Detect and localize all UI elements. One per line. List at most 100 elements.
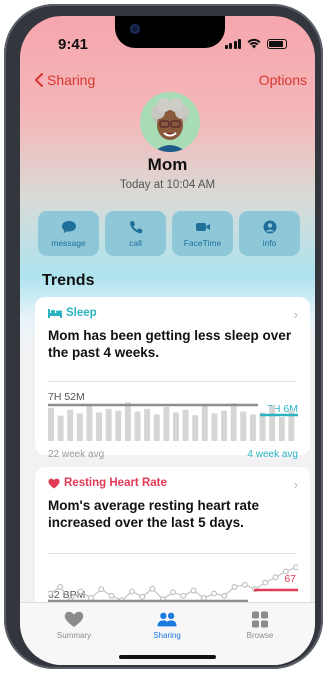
heart-rate-point xyxy=(170,589,176,596)
info-button[interactable]: info xyxy=(239,211,300,256)
call-button[interactable]: call xyxy=(105,211,166,256)
screen: 9:41 Sharing Options Mom Today at 10:04 … xyxy=(20,16,315,665)
heart-icon xyxy=(48,478,60,488)
heart-rate-point xyxy=(272,574,279,581)
sleep-bar xyxy=(249,414,256,441)
sleep-bar xyxy=(221,410,228,441)
sleep-bar xyxy=(163,406,170,441)
facetime-button[interactable]: FaceTime xyxy=(172,211,233,256)
heart-rate-point xyxy=(221,592,228,599)
status-time: 9:41 xyxy=(58,36,89,53)
sleep-bar xyxy=(67,409,74,441)
home-indicator xyxy=(119,655,216,659)
heart-card-header: Resting Heart Rate xyxy=(48,477,167,489)
cellular-signal-icon xyxy=(224,38,241,49)
heart-rate-point xyxy=(139,593,146,600)
sleep-bar xyxy=(115,410,122,441)
heart-icon xyxy=(64,611,84,627)
heart-rate-point xyxy=(262,579,269,586)
heart-rate-point xyxy=(293,564,298,571)
section-title: Trends xyxy=(42,272,95,289)
heart-rate-point xyxy=(77,588,84,595)
heart-rate-point xyxy=(231,584,238,590)
sleep-bar xyxy=(211,413,218,441)
call-label: call xyxy=(129,237,142,248)
action-row: message call FaceTime info xyxy=(38,211,300,256)
tab-sharing-label: Sharing xyxy=(153,631,181,640)
sleep-bar xyxy=(173,412,179,441)
avatar[interactable] xyxy=(140,92,200,152)
heart-rate-point xyxy=(57,584,64,590)
message-button[interactable]: message xyxy=(38,211,99,256)
chevron-right-icon: › xyxy=(293,307,298,322)
phone-icon xyxy=(129,220,142,233)
back-label: Sharing xyxy=(47,72,96,88)
tab-sharing[interactable]: Sharing xyxy=(127,611,207,640)
phone-frame: 9:41 Sharing Options Mom Today at 10:04 … xyxy=(4,4,323,669)
sleep-bar xyxy=(86,405,93,441)
last-updated: Today at 10:04 AM xyxy=(119,179,216,191)
message-icon xyxy=(61,220,76,233)
sleep-bar xyxy=(134,411,141,441)
heart-rate-point xyxy=(200,595,207,601)
heart-rate-line xyxy=(49,566,297,602)
tab-bar: Summary Sharing Browse xyxy=(20,602,315,665)
sleep-bar xyxy=(48,407,54,441)
heart-rate-point xyxy=(129,588,135,595)
sleep-title: Sleep xyxy=(66,307,97,319)
divider xyxy=(48,381,297,382)
memoji-image xyxy=(151,98,189,152)
camera xyxy=(130,24,140,34)
heart-rate-point xyxy=(149,585,156,592)
heart-rate-point xyxy=(211,590,217,597)
battery-icon xyxy=(267,38,287,49)
sleep-bar xyxy=(201,404,208,441)
sleep-bar xyxy=(153,414,160,441)
back-button[interactable]: Sharing xyxy=(34,72,95,88)
tab-summary[interactable]: Summary xyxy=(34,611,114,640)
notch xyxy=(115,16,225,48)
sleep-bar xyxy=(76,413,83,441)
grid-icon xyxy=(252,611,268,628)
wifi-icon xyxy=(247,38,261,49)
heart-rate-point xyxy=(48,590,53,597)
contact-name: Mom xyxy=(147,155,188,174)
sleep-card[interactable]: Sleep › Mom has been getting less sleep … xyxy=(35,297,310,460)
sleep-message: Mom has been getting less sleep over the… xyxy=(48,328,292,360)
info-label: info xyxy=(262,237,277,248)
tab-browse[interactable]: Browse xyxy=(220,611,300,640)
facetime-label: FaceTime xyxy=(183,237,222,248)
message-label: message xyxy=(51,237,86,248)
sleep-bar xyxy=(192,415,199,441)
chevron-right-icon: › xyxy=(293,477,298,492)
heart-rate-point xyxy=(190,587,197,594)
sleep-bar xyxy=(182,409,189,441)
person-icon xyxy=(263,220,276,233)
tab-summary-label: Summary xyxy=(56,631,92,640)
sleep-bar xyxy=(144,408,151,441)
status-icons xyxy=(224,38,287,49)
divider xyxy=(48,553,297,554)
sleep-bar xyxy=(230,403,237,441)
heart-rate-point xyxy=(282,568,289,575)
heart-message: Mom's average resting heart rate increas… xyxy=(48,498,260,530)
options-button[interactable]: Options xyxy=(259,72,307,88)
heart-title: Resting Heart Rate xyxy=(64,477,167,489)
video-icon xyxy=(195,222,210,231)
sleep-bar xyxy=(124,402,131,441)
sleep-bar xyxy=(269,406,276,441)
sleep-bar xyxy=(57,415,64,441)
sleep-bar xyxy=(259,412,266,441)
heart-rate-point xyxy=(108,592,115,599)
sleep-baseline-caption: 22 week avg xyxy=(48,449,105,460)
sleep-bars-chart xyxy=(48,402,298,441)
sleep-bar xyxy=(278,417,285,441)
heart-rate-point xyxy=(88,595,94,601)
heart-rate-card[interactable]: Resting Heart Rate › Mom's average resti… xyxy=(35,467,310,617)
heart-rate-point xyxy=(98,586,105,593)
sleep-chart: 7H 52M 7H 6M 22 week avg 4 week avg xyxy=(48,391,298,460)
chevron-left-icon xyxy=(35,73,43,87)
heart-rate-point xyxy=(180,592,187,599)
sleep-card-header: Sleep xyxy=(48,307,97,319)
bed-icon xyxy=(48,309,62,318)
